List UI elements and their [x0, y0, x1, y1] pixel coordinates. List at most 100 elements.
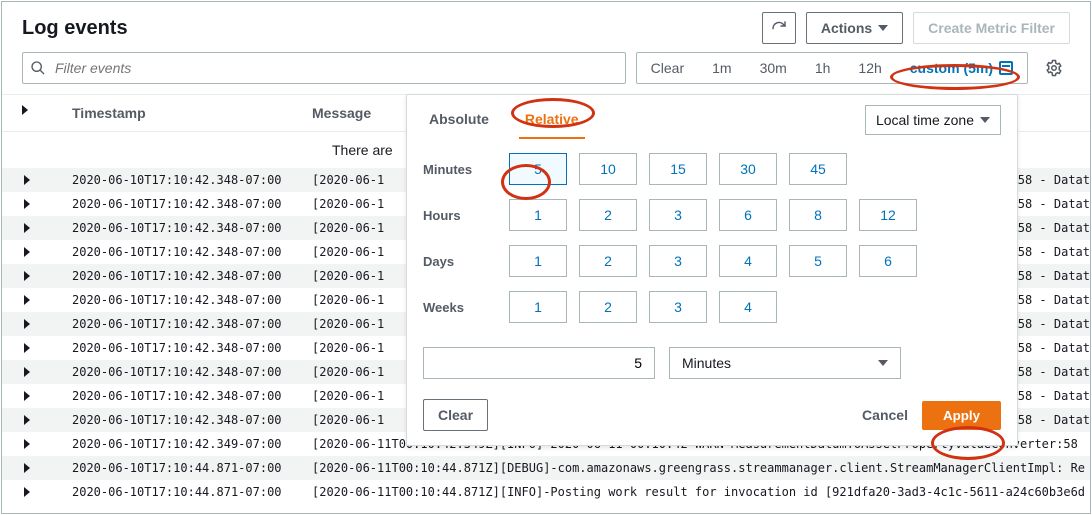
- chevron-right-icon: [24, 367, 30, 377]
- cell-timestamp: 2020-06-10T17:10:44.871-07:00: [52, 461, 312, 475]
- cell-message-tail: 58 - Datat: [1014, 365, 1090, 379]
- create-metric-filter-button[interactable]: Create Metric Filter: [913, 12, 1070, 44]
- preset-row-label: Minutes: [423, 162, 509, 177]
- chevron-right-icon: [24, 223, 30, 233]
- cell-timestamp: 2020-06-10T17:10:42.348-07:00: [52, 245, 312, 259]
- cell-message-tail: 58 - Datat: [1014, 293, 1090, 307]
- popover-header: Absolute Relative Local time zone: [407, 95, 1017, 139]
- timezone-select[interactable]: Local time zone: [865, 105, 1001, 135]
- expand-row[interactable]: [2, 439, 52, 449]
- chevron-right-icon: [24, 319, 30, 329]
- expand-row[interactable]: [2, 175, 52, 185]
- expand-row[interactable]: [2, 271, 52, 281]
- preset-row: Minutes5 10 15 30 45: [423, 153, 1001, 185]
- preset-button[interactable]: 2: [579, 199, 637, 231]
- tab-absolute[interactable]: Absolute: [423, 101, 495, 139]
- chevron-right-icon: [24, 271, 30, 281]
- preset-button[interactable]: 3: [649, 199, 707, 231]
- preset-button[interactable]: 12: [859, 199, 917, 231]
- cell-timestamp: 2020-06-10T17:10:42.348-07:00: [52, 389, 312, 403]
- time-preset-1h[interactable]: 1h: [801, 53, 845, 83]
- calendar-icon: [999, 61, 1013, 75]
- cell-message-tail: 58 - Datat: [1014, 221, 1090, 235]
- cell-timestamp: 2020-06-10T17:10:42.348-07:00: [52, 341, 312, 355]
- table-row[interactable]: 2020-06-10T17:10:44.871-07:00[2020-06-11…: [2, 480, 1090, 504]
- preset-button[interactable]: 10: [579, 153, 637, 185]
- preset-button[interactable]: 1: [509, 245, 567, 277]
- settings-button[interactable]: [1038, 52, 1070, 84]
- cell-message: [2020-06-11T00:10:44.871Z][DEBUG]-com.am…: [312, 461, 1086, 475]
- preset-button[interactable]: 2: [579, 245, 637, 277]
- duration-input[interactable]: [423, 347, 655, 379]
- actions-dropdown[interactable]: Actions: [806, 12, 903, 44]
- cell-message-tail: 58 - Datat: [1014, 197, 1090, 211]
- col-timestamp[interactable]: Timestamp: [52, 105, 312, 121]
- chevron-down-icon: [878, 25, 888, 31]
- time-preset-12h[interactable]: 12h: [844, 53, 895, 83]
- chevron-right-icon: [24, 463, 30, 473]
- time-preset-30m[interactable]: 30m: [746, 53, 801, 83]
- search-icon: [30, 60, 46, 76]
- preset-button[interactable]: 15: [649, 153, 707, 185]
- cell-timestamp: 2020-06-10T17:10:42.348-07:00: [52, 293, 312, 307]
- expand-row[interactable]: [2, 223, 52, 233]
- expand-row[interactable]: [2, 343, 52, 353]
- preset-button[interactable]: 4: [719, 245, 777, 277]
- preset-button[interactable]: 2: [579, 291, 637, 323]
- expand-row[interactable]: [2, 487, 52, 497]
- cell-timestamp: 2020-06-10T17:10:42.348-07:00: [52, 269, 312, 283]
- search-input[interactable]: [22, 52, 626, 84]
- gear-icon: [1045, 59, 1063, 77]
- preset-row-label: Hours: [423, 208, 509, 223]
- preset-button[interactable]: 1: [509, 199, 567, 231]
- cell-timestamp: 2020-06-10T17:10:42.348-07:00: [52, 365, 312, 379]
- time-preset-1m[interactable]: 1m: [698, 53, 745, 83]
- preset-button[interactable]: 4: [719, 291, 777, 323]
- col-expand: [2, 105, 52, 121]
- expand-row[interactable]: [2, 199, 52, 209]
- chevron-right-icon: [24, 343, 30, 353]
- actions-label: Actions: [821, 20, 872, 36]
- time-clear[interactable]: Clear: [637, 53, 698, 83]
- preset-button[interactable]: 5: [509, 153, 567, 185]
- preset-button[interactable]: 3: [649, 245, 707, 277]
- preset-button[interactable]: 30: [719, 153, 777, 185]
- tab-relative[interactable]: Relative: [519, 101, 585, 139]
- duration-unit-select[interactable]: Minutes: [669, 347, 901, 379]
- refresh-button[interactable]: [762, 12, 796, 44]
- table-row[interactable]: 2020-06-10T17:10:44.871-07:00[2020-06-11…: [2, 456, 1090, 480]
- preset-button[interactable]: 6: [859, 245, 917, 277]
- chevron-right-icon: [24, 175, 30, 185]
- chevron-right-icon: [24, 487, 30, 497]
- preset-button[interactable]: 45: [789, 153, 847, 185]
- preset-grid: Minutes510153045Hours1236812Days123456We…: [407, 139, 1017, 341]
- preset-button[interactable]: 3: [649, 291, 707, 323]
- expand-row[interactable]: [2, 367, 52, 377]
- chevron-right-icon: [24, 439, 30, 449]
- chevron-right-icon: [24, 295, 30, 305]
- expand-row[interactable]: [2, 415, 52, 425]
- chevron-right-icon: [24, 391, 30, 401]
- expand-row[interactable]: [2, 319, 52, 329]
- expand-row[interactable]: [2, 295, 52, 305]
- popover-footer: Clear Cancel Apply: [407, 393, 1017, 431]
- cell-message-tail: 58 - Datat: [1014, 413, 1090, 427]
- header-actions: Actions Create Metric Filter: [762, 12, 1070, 44]
- time-custom[interactable]: custom (5m): [896, 53, 1027, 83]
- log-events-panel: Log events Actions Create Metric Filter: [1, 1, 1091, 514]
- popover-apply-button[interactable]: Apply: [922, 401, 1001, 430]
- preset-button[interactable]: 8: [789, 199, 847, 231]
- expand-row[interactable]: [2, 247, 52, 257]
- preset-button[interactable]: 5: [789, 245, 847, 277]
- cell-message-tail: 58 - Datat: [1014, 173, 1090, 187]
- popover-cancel-button[interactable]: Cancel: [862, 407, 908, 423]
- expand-row[interactable]: [2, 391, 52, 401]
- search-wrap: [22, 52, 626, 84]
- preset-button[interactable]: 1: [509, 291, 567, 323]
- preset-button[interactable]: 6: [719, 199, 777, 231]
- popover-tabs: Absolute Relative: [423, 101, 585, 139]
- chevron-right-icon[interactable]: [22, 105, 28, 115]
- popover-clear-button[interactable]: Clear: [423, 399, 488, 431]
- expand-row[interactable]: [2, 463, 52, 473]
- cell-timestamp: 2020-06-10T17:10:42.348-07:00: [52, 413, 312, 427]
